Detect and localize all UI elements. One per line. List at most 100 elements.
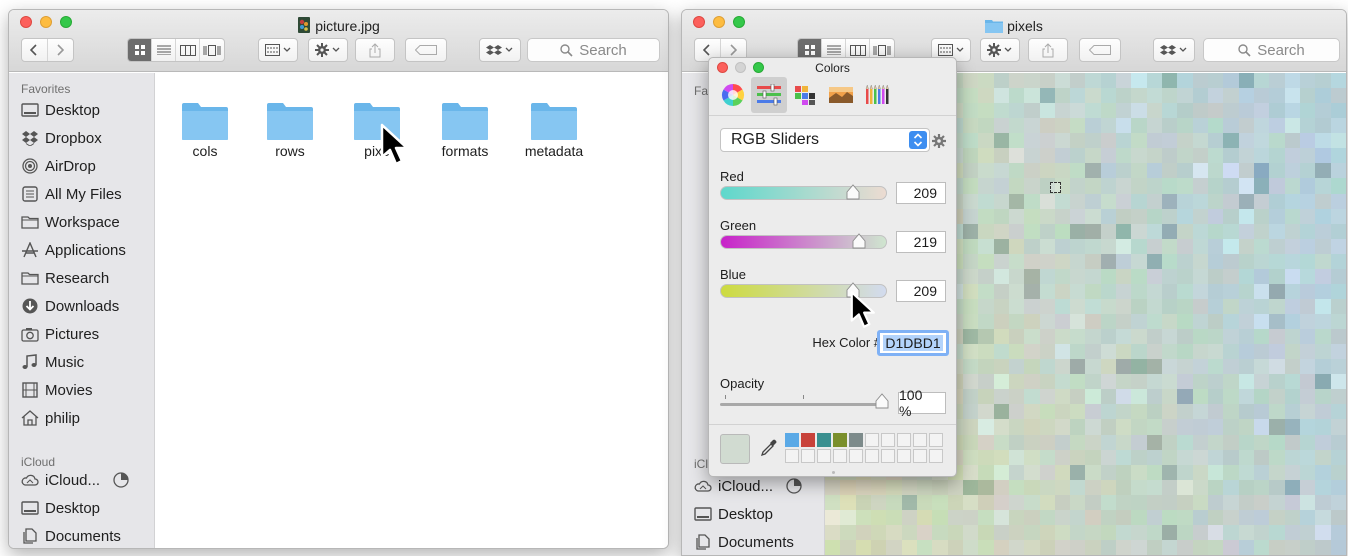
color-swatch[interactable] [913, 433, 927, 447]
image-palettes-tab[interactable] [823, 77, 859, 113]
color-swatch[interactable] [881, 433, 895, 447]
mosaic-pixel [1192, 389, 1209, 405]
sidebar-item-all-my-files[interactable]: All My Files [21, 182, 122, 206]
sidebar-item-movies[interactable]: Movies [21, 378, 93, 402]
color-swatch[interactable] [849, 433, 863, 447]
sidebar-item-airdrop[interactable]: AirDrop [21, 154, 96, 178]
column-view-button[interactable] [176, 39, 200, 61]
color-swatch[interactable] [865, 433, 879, 447]
resize-handle[interactable] [832, 471, 835, 474]
mosaic-pixel [1085, 314, 1101, 330]
cover-flow-button[interactable] [200, 39, 224, 61]
color-swatch[interactable] [785, 433, 799, 447]
icon-view-button[interactable] [128, 39, 152, 61]
mosaic-pixel [1039, 434, 1055, 450]
mosaic-pixel [1223, 389, 1239, 405]
sidebar-item-icloud-documents[interactable]: Documents [21, 524, 121, 548]
color-swatch[interactable] [929, 449, 943, 463]
color-swatch[interactable] [801, 433, 815, 447]
color-swatch[interactable] [785, 449, 799, 463]
tags-button[interactable] [405, 38, 447, 62]
list-view-button[interactable] [152, 39, 176, 61]
search-field[interactable]: Search [527, 38, 660, 62]
mosaic-pixel [1238, 314, 1255, 330]
slider-knob[interactable] [846, 184, 860, 200]
sidebar-item-icloud-documents[interactable]: Documents [694, 530, 794, 554]
color-swatch[interactable] [897, 449, 911, 463]
back-button[interactable] [22, 39, 48, 61]
color-swatch[interactable] [801, 449, 815, 463]
mosaic-pixel [1300, 148, 1316, 164]
folder-formats[interactable]: formats [415, 101, 515, 160]
green-value-field[interactable]: 219 [896, 231, 946, 253]
sidebar-item-research[interactable]: Research [21, 266, 109, 290]
green-slider[interactable] [720, 233, 887, 249]
mosaic-pixel [1039, 539, 1055, 555]
color-wheel-tab[interactable] [715, 77, 751, 113]
gear-icon[interactable] [931, 133, 947, 149]
red-value-field[interactable]: 209 [896, 182, 946, 204]
folder-rows[interactable]: rows [240, 101, 340, 160]
red-slider[interactable] [720, 184, 887, 200]
search-field[interactable]: Search [1203, 38, 1340, 62]
mosaic-pixel [1238, 359, 1255, 375]
opacity-value-field[interactable]: 100 % [898, 387, 946, 419]
dropbox-button[interactable] [1153, 38, 1195, 62]
sidebar-item-icloud-drive[interactable]: iCloud... [694, 474, 803, 498]
sidebar-item-icloud-drive[interactable]: iCloud... [21, 468, 130, 492]
color-swatch[interactable] [817, 433, 831, 447]
slider-mode-popup[interactable]: RGB Sliders [720, 128, 930, 152]
share-button[interactable] [355, 38, 395, 62]
share-button[interactable] [1028, 38, 1068, 62]
progress-pie-icon [786, 478, 802, 494]
sidebar-item-philip[interactable]: philip [21, 406, 80, 430]
color-swatch[interactable] [913, 449, 927, 463]
color-swatch[interactable] [929, 433, 943, 447]
color-swatch[interactable] [865, 449, 879, 463]
mosaic-pixel [1300, 238, 1316, 254]
action-button[interactable] [308, 38, 348, 62]
sidebar-item-icloud-desktop[interactable]: Desktop [21, 496, 100, 520]
eyedropper-icon[interactable] [760, 439, 778, 457]
color-sliders-tab[interactable] [751, 77, 787, 113]
opacity-slider[interactable] [720, 393, 889, 409]
mosaic-pixel [1070, 329, 1086, 345]
mosaic-pixel [1146, 118, 1163, 134]
pencils-tab[interactable] [859, 77, 895, 113]
sidebar-item-dropbox[interactable]: Dropbox [21, 126, 102, 150]
slider-knob[interactable] [875, 393, 889, 409]
sidebar-item-workspace[interactable]: Workspace [21, 210, 120, 234]
sidebar-item-desktop[interactable]: Desktop [21, 98, 100, 122]
image-file-icon[interactable] [297, 17, 311, 33]
mosaic-pixel [1116, 344, 1132, 360]
tags-button[interactable] [1079, 38, 1121, 62]
sidebar-item-pictures[interactable]: Pictures [21, 322, 99, 346]
mosaic-pixel [1208, 88, 1224, 104]
action-button[interactable] [980, 38, 1020, 62]
slider-knob[interactable] [852, 233, 866, 249]
sidebar-item-icloud-desktop[interactable]: Desktop [694, 502, 773, 526]
arrange-button[interactable] [258, 38, 298, 62]
current-color-well[interactable] [720, 434, 750, 464]
color-swatch[interactable] [881, 449, 895, 463]
color-swatch[interactable] [833, 449, 847, 463]
hex-color-field[interactable]: D1DBD1 [877, 330, 949, 356]
mosaic-pixel [1177, 148, 1193, 164]
color-swatch[interactable] [849, 449, 863, 463]
color-swatch[interactable] [833, 433, 847, 447]
folder-metadata[interactable]: metadata [504, 101, 604, 160]
mosaic-pixel [1177, 374, 1193, 390]
color-swatch[interactable] [817, 449, 831, 463]
mosaic-pixel [1085, 434, 1101, 450]
sidebar-item-applications[interactable]: Applications [21, 238, 126, 262]
blue-value-field[interactable]: 209 [896, 280, 946, 302]
sidebar-item-downloads[interactable]: Downloads [21, 294, 119, 318]
mosaic-pixel [1100, 88, 1117, 104]
dropbox-button[interactable] [479, 38, 521, 62]
color-swatch[interactable] [897, 433, 911, 447]
folder-icon[interactable] [985, 19, 1004, 33]
sidebar-item-music[interactable]: Music [21, 350, 84, 374]
mosaic-pixel [1085, 329, 1101, 345]
color-palettes-tab[interactable] [787, 77, 823, 113]
forward-button[interactable] [48, 39, 73, 61]
